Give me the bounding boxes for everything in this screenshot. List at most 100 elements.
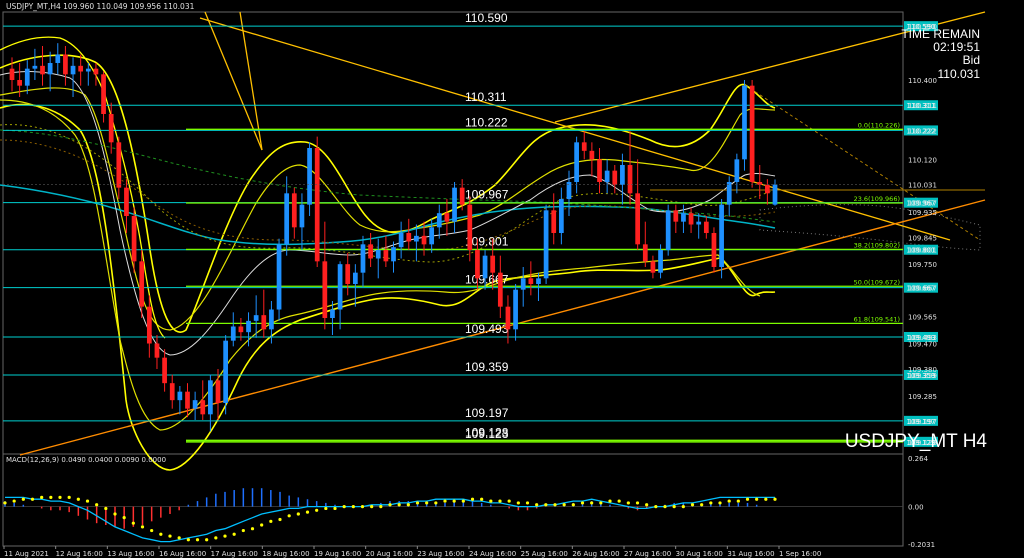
candle-body [40,65,45,75]
candle-body [444,213,450,222]
candle-body [528,278,534,284]
macd-signal-dot [480,497,484,501]
macd-signal-dot [580,501,585,505]
macd-header: MACD(12,26,9) 0.0490 0.0400 0.0090 0.000… [6,456,166,464]
candle-body [406,233,412,242]
candle-body [635,193,641,245]
candle-body [536,278,541,284]
macd-signal-dot [700,503,704,507]
candle-body [414,235,419,242]
macd-signal-dot [324,506,328,511]
candle-body [101,74,106,114]
time-remain-label: TIME REMAIN [901,27,980,41]
macd-signal-dot [544,503,548,507]
price-tick-label: 109.667 [908,285,937,293]
candle-body [17,80,22,86]
candle-body [734,159,740,182]
fib-label: 0.0(110.226) [858,121,900,129]
macd-signal-dot [370,505,374,509]
candle-body [726,182,732,205]
macd-signal-dot [672,505,676,509]
macd-signal-dot [406,503,410,507]
fib-label: 50.0(109.672) [854,278,900,286]
macd-signal-dot [168,534,172,538]
macd-signal-dot [690,503,695,507]
macd-signal-dot [177,536,181,540]
macd-signal-dot [287,514,291,518]
candle-body [24,68,30,86]
macd-signal-dot [608,499,612,503]
candle-body [543,210,549,279]
candle-body [452,187,457,222]
macd-signal-dot [104,506,108,511]
candle-body [93,68,99,75]
macd-signal-dot [626,501,630,505]
price-tick-label: 109.197 [908,418,937,426]
forex-chart[interactable]: 110.590110.590110.311110.311110.222110.2… [0,0,1024,558]
macd-signal-dot [507,499,511,503]
macd-signal-dot [260,523,264,527]
candle-body [772,184,778,205]
macd-signal-dot [516,501,520,505]
candle-body [581,142,587,151]
price-tick-label: 110.031 [908,182,937,190]
candle-body [513,289,518,330]
macd-signal-dot [489,499,493,503]
fib-label: 38.2(109.802) [854,241,900,249]
macd-signal-dot [663,505,667,509]
macd-signal-dot [635,501,640,505]
candle-body [719,204,724,267]
candle-body [124,187,129,216]
candle-body [650,261,656,273]
candle-body [215,380,221,403]
macd-signal-dot [525,501,530,505]
macd-signal-dot [232,532,236,536]
candle-body [192,400,198,409]
candle-body [627,165,633,194]
candle-body [673,210,679,222]
macd-signal-dot [12,499,16,503]
macd-signal-dot [470,497,475,501]
time-tick-label: 17 Aug 16:00 [211,550,258,558]
price-tick-label: 109.750 [908,261,937,269]
level-label: 109.967 [465,188,509,202]
price-tick-label: 109.359 [908,372,937,380]
macd-signal-dot [764,497,768,501]
candle-body [658,250,663,273]
candle-body [696,221,702,225]
level-label: 109.123 [465,427,509,441]
macd-signal-dot [736,499,740,503]
macd-signal-dot [296,512,300,516]
candle-body [467,204,473,250]
time-tick-label: 20 Aug 16:00 [366,550,413,558]
level-label: 110.590 [465,11,508,25]
time-tick-label: 27 Aug 16:00 [624,550,671,558]
candle-body [749,85,755,182]
candle-body [337,264,343,310]
candle-body [32,65,38,69]
candle-body [238,326,244,333]
candle-body [688,213,694,225]
price-tick-label: 109.967 [908,200,937,208]
macd-tick-label: 0.264 [908,455,929,463]
candle [749,80,755,188]
bid-value: 110.031 [938,67,981,81]
bid-label: Bid [963,53,980,67]
time-tick-label: 18 Aug 16:00 [262,550,309,558]
fib-label: 61.8(109.541) [854,315,900,323]
candle-body [665,210,671,250]
candle-body [47,63,53,75]
macd-signal-dot [113,512,117,516]
candle-body [490,255,496,273]
candle-body [55,54,61,63]
macd-signal-dot [617,499,621,503]
candle-body [742,85,747,160]
macd-signal-dot [205,538,209,542]
candle-body [70,65,76,75]
symbol-header: USDJPY_MT,H4 109.960 110.049 109.956 110… [6,2,195,11]
time-tick-label: 23 Aug 16:00 [417,550,464,558]
candle-body [345,264,351,284]
macd-signal-dot [571,503,575,507]
time-tick-label: 25 Aug 16:00 [521,550,568,558]
price-tick-label: 110.120 [908,156,937,164]
